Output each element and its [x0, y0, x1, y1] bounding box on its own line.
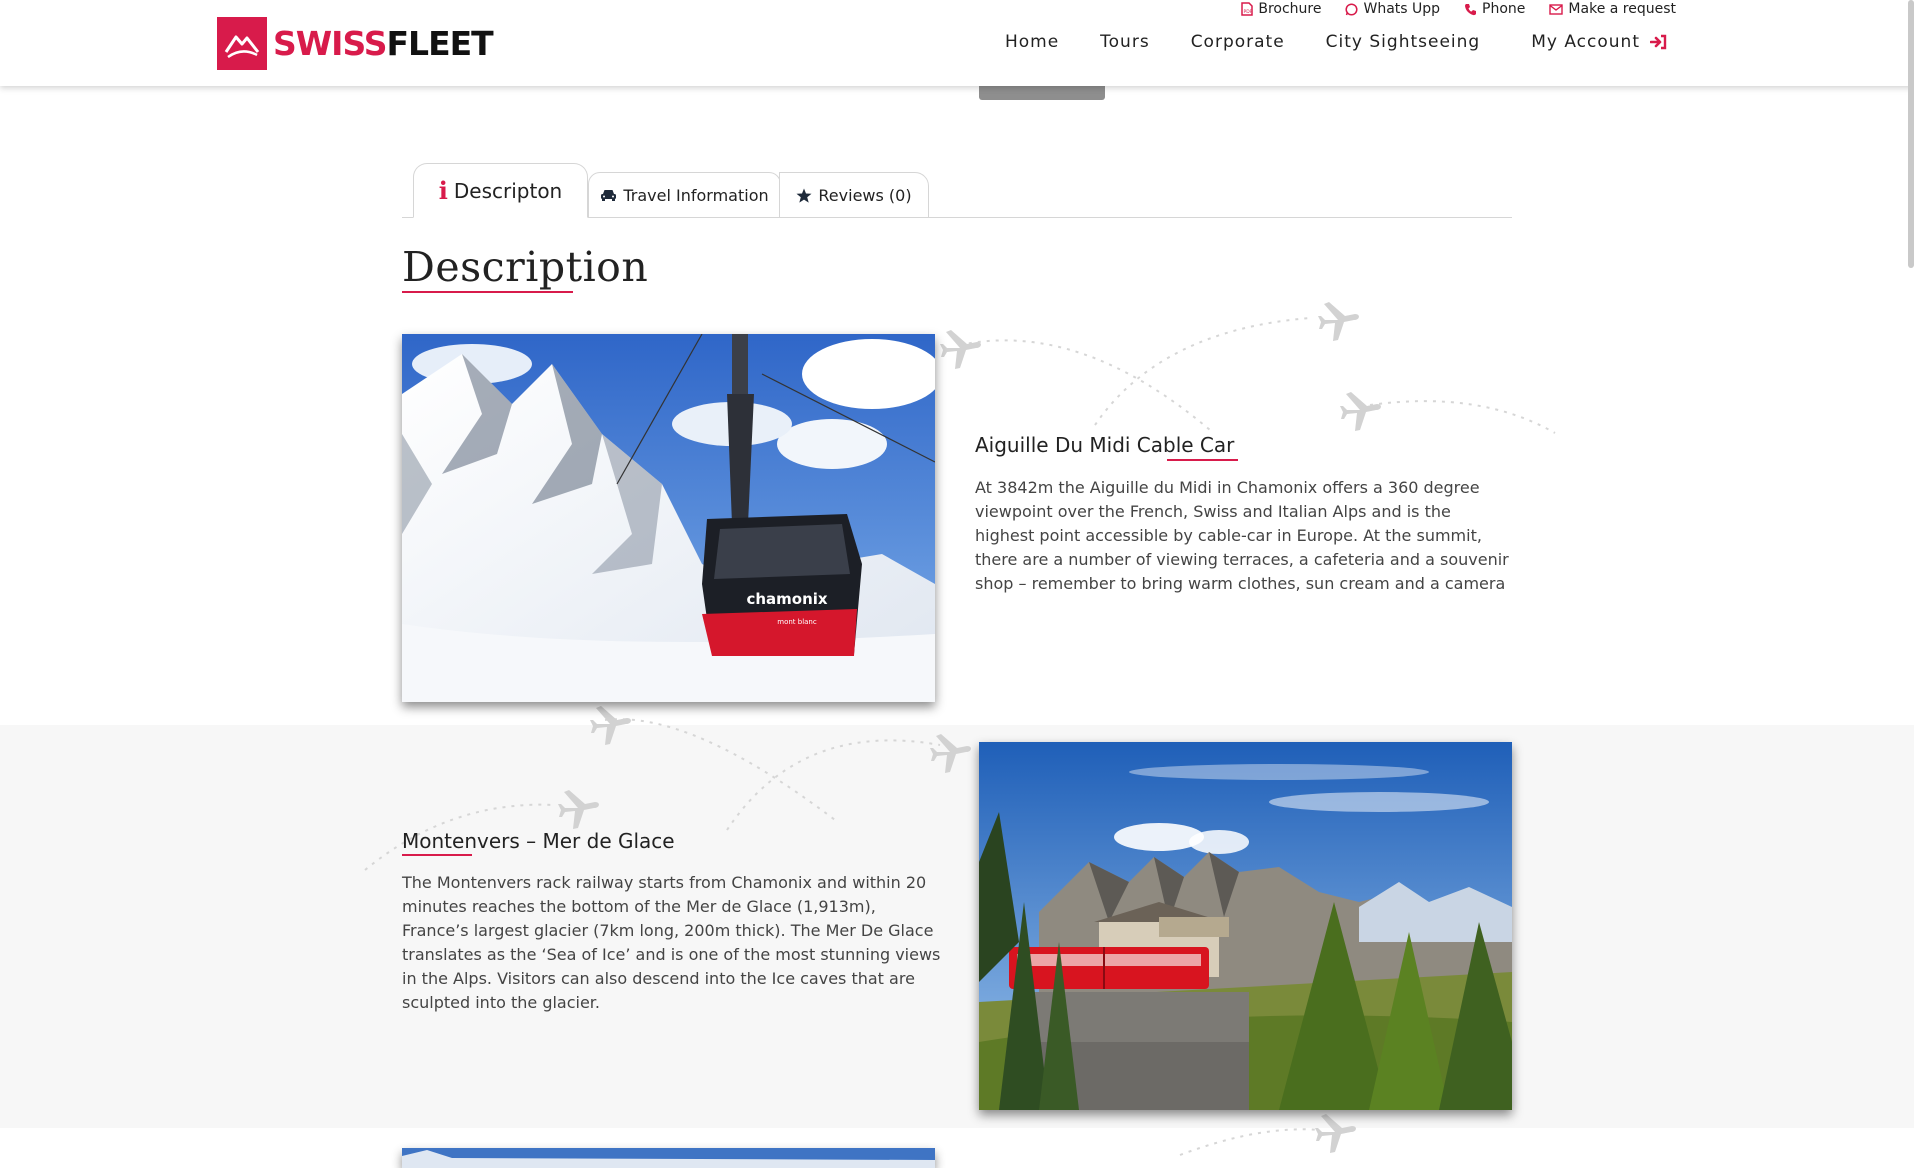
nav-corporate[interactable]: Corporate — [1191, 32, 1285, 52]
attraction-description: At 3842m the Aiguille du Midi in Chamoni… — [975, 478, 1509, 593]
nav-my-account[interactable]: My Account — [1531, 32, 1668, 52]
alternate-row-background — [0, 725, 1914, 1128]
tour-detail-tabs: i Descripton Travel Information Reviews … — [402, 163, 1512, 218]
main-nav: Home Tours Corporate City Sightseeing My… — [964, 32, 1668, 52]
make-request-link[interactable]: Make a request — [1549, 0, 1676, 18]
whatsapp-label: Whats Upp — [1363, 1, 1441, 17]
nav-tours[interactable]: Tours — [1100, 32, 1150, 52]
tab-travel-information[interactable]: Travel Information — [588, 172, 781, 218]
phone-icon — [1465, 3, 1477, 15]
attraction-title-underline — [1167, 459, 1238, 461]
tab-description-label: Descripton — [453, 178, 563, 203]
section-title-underline — [402, 291, 573, 293]
plane-icon — [1318, 302, 1359, 341]
next-attraction-photo-partial — [402, 1148, 935, 1168]
whatsapp-link[interactable]: Whats Upp — [1345, 0, 1440, 18]
top-utility-links: PDF Brochure Whats Upp Phone Make a requ… — [1241, 0, 1676, 18]
logo-mountain-icon — [217, 17, 267, 70]
my-account-label: My Account — [1531, 32, 1640, 52]
star-icon — [796, 188, 812, 203]
montenvers-train-photo — [979, 742, 1512, 1110]
nav-home[interactable]: Home — [1005, 32, 1059, 52]
cable-car-label: chamonix — [746, 590, 827, 608]
logo-text-fleet: FLEET — [386, 24, 494, 63]
sign-in-icon — [1650, 34, 1667, 50]
tab-reviews[interactable]: Reviews (0) — [779, 172, 929, 218]
brochure-label: Brochure — [1258, 1, 1322, 17]
cable-car-photo: chamonix mont blanc — [402, 334, 935, 702]
info-icon: i — [438, 176, 448, 205]
whatsapp-icon — [1345, 2, 1359, 16]
logo-text-swiss: SWISS — [273, 24, 387, 63]
page-scrollbar[interactable] — [1908, 0, 1914, 268]
attraction-description: The Montenvers rack railway starts from … — [402, 873, 941, 1012]
tab-travel-information-label: Travel Information — [623, 185, 769, 205]
make-request-label: Make a request — [1568, 1, 1676, 17]
phone-link[interactable]: Phone — [1464, 0, 1525, 18]
attraction-title: Montenvers – Mer de Glace — [402, 829, 675, 853]
cable-car-sublabel: mont blanc — [777, 618, 817, 626]
attraction-title: Aiguille Du Midi Cable Car — [975, 433, 1235, 457]
swissfleet-logo[interactable]: SWISSFLEET — [217, 17, 494, 70]
pdf-file-icon: PDF — [1241, 2, 1254, 16]
envelope-icon — [1549, 3, 1564, 15]
brochure-link[interactable]: PDF Brochure — [1241, 0, 1321, 18]
car-icon — [601, 190, 617, 201]
svg-text:PDF: PDF — [1244, 9, 1253, 15]
plane-icon — [1340, 392, 1381, 431]
site-header: SWISSFLEET PDF Brochure Whats Upp Phone … — [0, 0, 1914, 86]
nav-city-sightseeing[interactable]: City Sightseeing — [1326, 32, 1481, 52]
tab-reviews-label: Reviews (0) — [818, 185, 912, 205]
phone-label: Phone — [1482, 1, 1526, 17]
plane-icon — [940, 330, 981, 369]
attraction-title-underline — [402, 854, 472, 856]
section-title: Description — [402, 243, 649, 291]
tab-description[interactable]: i Descripton — [413, 163, 588, 218]
